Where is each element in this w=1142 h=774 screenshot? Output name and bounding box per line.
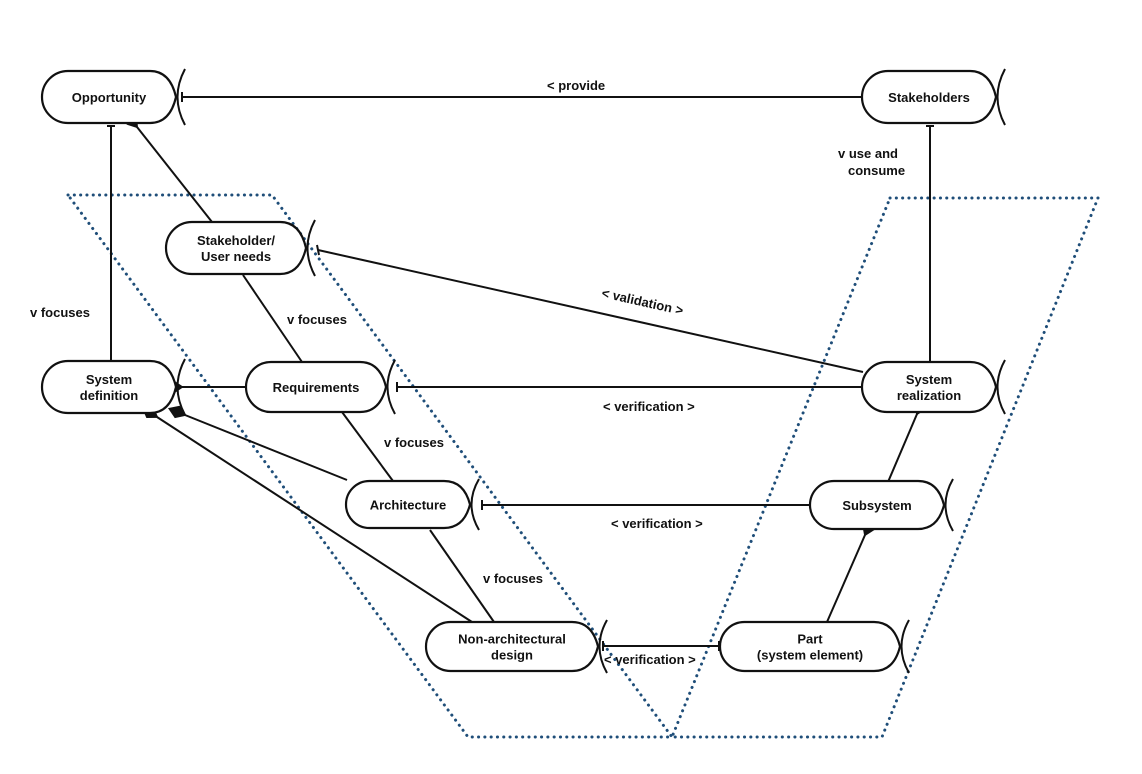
node-x-mark-icon xyxy=(944,478,954,532)
label-verification-requirements: < verification > xyxy=(603,399,695,414)
node-label: definition xyxy=(80,388,139,403)
node-label: Architecture xyxy=(370,498,447,513)
node-label: realization xyxy=(897,388,961,403)
node-stakeholder-user-needs: Stakeholder/User needs xyxy=(164,219,316,277)
edge-architecture-sysdef xyxy=(167,405,348,481)
node-label: System xyxy=(906,372,952,387)
node-part: Part(system element) xyxy=(718,619,910,674)
node-x-mark-icon xyxy=(470,478,480,531)
node-label: Subsystem xyxy=(842,498,911,513)
node-subsystem: Subsystem xyxy=(808,478,954,532)
node-shape xyxy=(40,359,178,415)
label-focuses-requirements: v focuses xyxy=(384,435,444,450)
node-label: Stakeholders xyxy=(888,90,970,105)
node-stakeholders: Stakeholders xyxy=(860,68,1006,126)
node-opportunity: Opportunity xyxy=(40,68,186,126)
label-validation: < validation > xyxy=(600,285,685,318)
label-provide: < provide xyxy=(547,78,605,93)
edge-part-subsystem xyxy=(826,518,875,623)
label-focuses-architecture: v focuses xyxy=(483,571,543,586)
node-label: design xyxy=(491,648,533,663)
node-label: Part xyxy=(797,632,823,647)
node-x-mark-icon xyxy=(386,359,396,415)
node-label: Stakeholder/ xyxy=(197,233,275,248)
edge-needs-opportunity xyxy=(125,112,213,223)
label-verification-architecture: < verification > xyxy=(611,516,703,531)
label-focuses-left: v focuses xyxy=(30,305,90,320)
node-shape xyxy=(164,220,308,276)
edge-subsystem-realization xyxy=(887,397,927,483)
node-non-architectural-design: Non-architecturaldesign xyxy=(424,619,608,674)
node-shape xyxy=(860,360,998,414)
edge-validation xyxy=(317,249,864,373)
node-architecture: Architecture xyxy=(344,478,480,531)
edge-validation-tee xyxy=(316,244,320,256)
node-label: (system element) xyxy=(757,648,863,663)
label-focuses-needs: v focuses xyxy=(287,312,347,327)
connectors xyxy=(107,92,934,651)
node-x-mark-icon xyxy=(996,68,1006,126)
node-label: Requirements xyxy=(273,380,360,395)
systems-engineering-diagram: < provide v use and consume v focuses v … xyxy=(30,68,1101,739)
node-requirements: Requirements xyxy=(244,359,396,415)
node-label: Non-architectural xyxy=(458,632,566,647)
node-label: User needs xyxy=(201,249,271,264)
node-shape xyxy=(718,620,902,673)
node-system-realization: Systemrealization xyxy=(860,359,1006,415)
label-use-consume-1: v use and xyxy=(838,146,898,161)
node-shape xyxy=(424,620,600,673)
label-verification-part: < verification > xyxy=(604,652,696,667)
node-label: System xyxy=(86,372,132,387)
node-x-mark-icon xyxy=(996,359,1006,415)
node-x-mark-icon xyxy=(900,619,910,674)
node-label: Opportunity xyxy=(72,90,147,105)
label-use-consume-2: consume xyxy=(848,163,905,178)
node-system-definition: Systemdefinition xyxy=(40,358,186,416)
